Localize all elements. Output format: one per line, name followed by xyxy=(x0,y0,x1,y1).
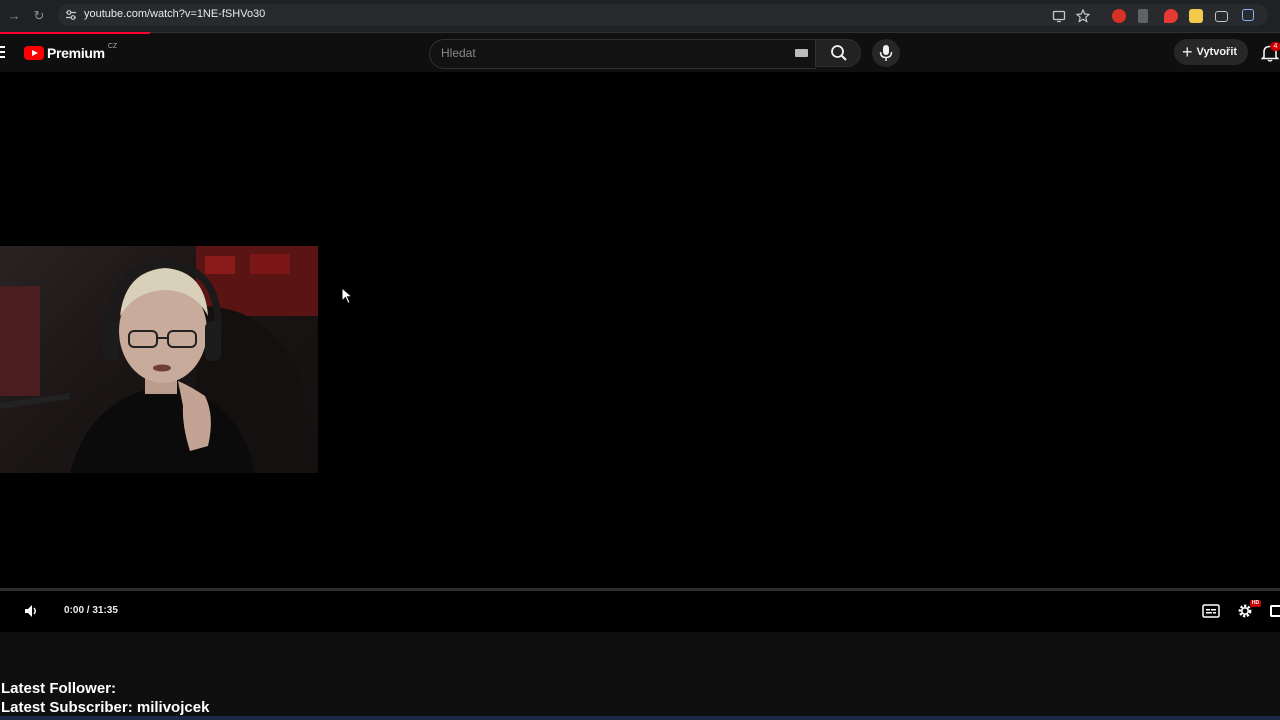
keyboard-icon[interactable] xyxy=(795,49,808,57)
logo-region: CZ xyxy=(107,42,118,50)
extension-notes-icon[interactable] xyxy=(1189,9,1203,23)
latest-subscriber-label: Latest Subscriber: milivojcek xyxy=(1,699,210,716)
forward-icon[interactable]: → xyxy=(6,8,22,24)
latest-follower-label: Latest Follower: xyxy=(1,680,117,697)
url-text[interactable]: youtube.com/watch?v=1NE-fSHVo30 xyxy=(84,8,265,20)
extension-shield-icon[interactable] xyxy=(1164,9,1178,23)
webcam-video-frame xyxy=(0,246,318,473)
streamer-webcam-image xyxy=(0,246,318,473)
search-box[interactable] xyxy=(429,39,816,69)
youtube-premium-logo[interactable]: Premium CZ xyxy=(24,42,118,61)
search-button[interactable] xyxy=(815,39,861,67)
time-display: 0:00 / 31:35 xyxy=(64,605,118,616)
create-button[interactable]: + Vytvořit xyxy=(1174,39,1248,65)
tab-search-icon[interactable] xyxy=(1215,11,1228,22)
voice-search-button[interactable] xyxy=(872,39,900,67)
reload-icon[interactable]: ↻ xyxy=(31,8,47,24)
extension-red-icon[interactable] xyxy=(1112,9,1126,23)
hd-quality-badge: HD xyxy=(1250,600,1261,607)
bookmark-star-icon[interactable] xyxy=(1076,9,1090,23)
install-app-icon[interactable] xyxy=(1052,9,1066,23)
site-info-icon[interactable] xyxy=(65,9,77,21)
plus-icon: + xyxy=(1182,42,1193,62)
youtube-play-icon xyxy=(24,46,44,60)
search-icon xyxy=(831,45,847,61)
theater-mode-icon[interactable] xyxy=(1270,605,1280,617)
extensions-puzzle-icon[interactable] xyxy=(1242,9,1254,21)
browser-toolbar: → ↻ youtube.com/watch?v=1NE-fSHVo30 xyxy=(0,0,1280,33)
subtitles-icon[interactable] xyxy=(1202,604,1220,618)
mouse-cursor-icon xyxy=(341,287,353,305)
search-input[interactable] xyxy=(441,46,781,60)
volume-icon[interactable] xyxy=(23,603,39,619)
menu-icon[interactable] xyxy=(0,46,5,58)
notification-count-badge: 4 xyxy=(1270,42,1280,51)
video-player[interactable]: 0:00 / 31:35 HD xyxy=(0,72,1280,632)
os-taskbar xyxy=(0,716,1280,720)
extension-person-icon[interactable] xyxy=(1138,9,1148,23)
create-label: Vytvořit xyxy=(1196,46,1238,58)
youtube-masthead: Premium CZ + Vytvořit 4 xyxy=(0,34,1280,72)
progress-bar[interactable] xyxy=(0,588,1280,591)
logo-text: Premium xyxy=(47,45,105,61)
microphone-icon xyxy=(879,45,893,61)
